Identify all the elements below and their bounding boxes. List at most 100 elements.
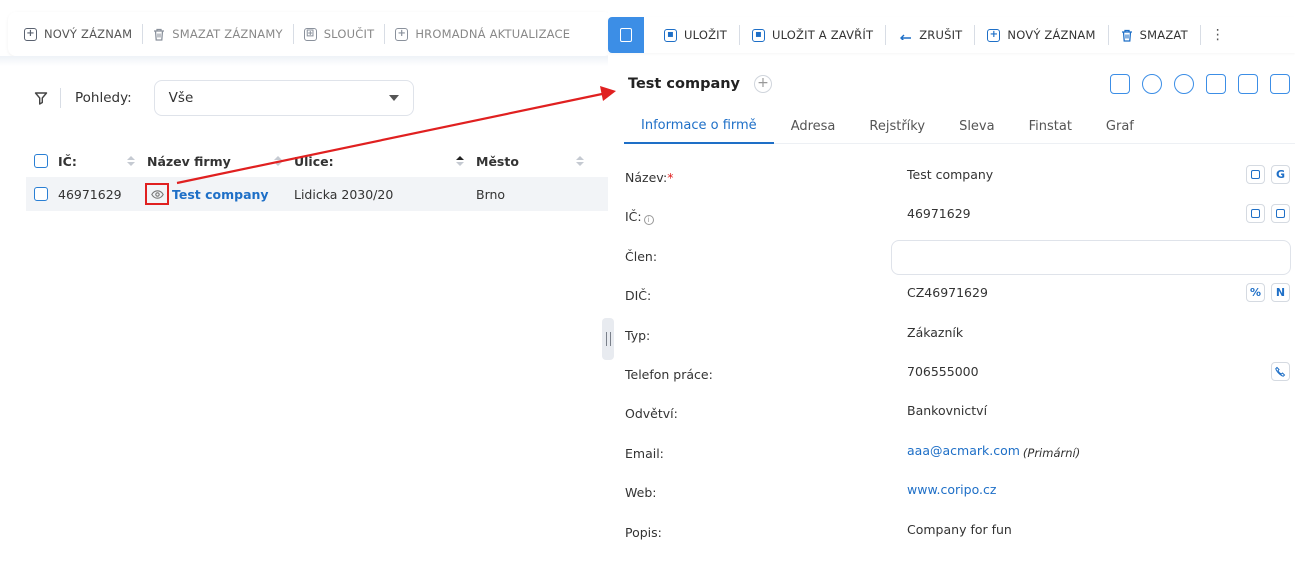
column-header-company-name[interactable]: Název firmy <box>147 154 294 169</box>
edit-icon[interactable] <box>1238 74 1258 94</box>
mail-icon[interactable] <box>1270 74 1290 94</box>
email-link[interactable]: aaa@acmark.com <box>907 443 1020 458</box>
merge-icon: ⊞ <box>303 27 317 41</box>
save-label: ULOŽIT <box>684 28 727 42</box>
tab-company-info[interactable]: Informace o firmě <box>624 108 774 144</box>
field-actions: % N <box>1246 283 1290 303</box>
field-label: IČ: i <box>625 209 654 226</box>
plus-icon: + <box>24 27 37 41</box>
email-primary-note: (Primární) <box>1022 445 1081 460</box>
pane-resize-handle[interactable] <box>602 318 614 360</box>
delete-records-label: SMAZAT ZÁZNAMY <box>172 27 283 41</box>
book-icon[interactable] <box>1246 165 1265 184</box>
field-type: Typ: Zákazník <box>608 310 1295 349</box>
users-icon[interactable] <box>1174 74 1194 94</box>
new-record-label: NOVÝ ZÁZNAM <box>44 27 133 41</box>
table-row[interactable]: 46971629 Test company Lidicka 2030/20 Br… <box>26 177 612 211</box>
justice-scale-icon[interactable] <box>1271 204 1290 224</box>
phone-icon[interactable] <box>1142 74 1162 94</box>
form-icon[interactable] <box>1206 74 1226 94</box>
type-value: Zákazník <box>907 324 964 340</box>
record-title: Test company <box>628 76 741 92</box>
field-member: Člen: <box>608 231 1295 275</box>
save-close-label: ULOŽIT A ZAVŘÍT <box>771 28 874 42</box>
merge-button[interactable]: ⊞ SLOUČIT <box>294 22 385 46</box>
tab-address[interactable]: Adresa <box>774 108 853 144</box>
save-close-button[interactable]: ▪ ULOŽIT A ZAVŘÍT <box>740 23 885 47</box>
delete-label: SMAZAT <box>1139 28 1188 42</box>
book-icon[interactable] <box>1246 204 1265 224</box>
list-toolbar: + NOVÝ ZÁZNAM SMAZAT ZÁZNAMY ⊞ SLOUČIT +… <box>8 12 612 56</box>
field-web: Web: www.coripo.cz <box>608 467 1295 506</box>
preview-eye-button[interactable] <box>145 183 169 205</box>
field-actions <box>1271 361 1290 381</box>
cell-city: Brno <box>476 187 596 202</box>
web-link[interactable]: www.coripo.cz <box>907 482 996 497</box>
google-icon[interactable]: G <box>1271 165 1290 184</box>
new-record-detail-button[interactable]: + NOVÝ ZÁZNAM <box>975 23 1107 47</box>
field-dic: DIČ: CZ46971629 % N <box>608 270 1295 309</box>
detail-toolbar: ▪ ULOŽIT ▪ ULOŽIT A ZAVŘÍT ZRUŠIT + NOVÝ… <box>608 17 1295 53</box>
company-name-link[interactable]: Test company <box>172 187 269 202</box>
save-icon: ▪ <box>664 28 677 42</box>
table-header: IČ: Název firmy Ulice: Město <box>26 145 612 177</box>
column-header-street[interactable]: Ulice: <box>294 154 476 169</box>
field-work-phone: Telefon práce: 706555000 <box>608 349 1295 388</box>
delete-records-button[interactable]: SMAZAT ZÁZNAMY <box>143 22 292 46</box>
tab-discount[interactable]: Sleva <box>942 108 1012 144</box>
column-header-city[interactable]: Město <box>476 154 596 169</box>
phone-label: Telefon práce: <box>625 366 713 382</box>
column-header-label: IČ: <box>58 153 77 169</box>
column-header-ic[interactable]: IČ: <box>26 154 147 169</box>
sort-ascending-icon[interactable] <box>456 156 464 166</box>
more-options-icon[interactable]: ⋮ <box>1201 27 1235 43</box>
add-icon[interactable]: + <box>754 75 773 93</box>
tab-registers[interactable]: Rejstříky <box>852 108 942 144</box>
cell-street: Lidicka 2030/20 <box>294 187 476 202</box>
grip-icon <box>605 332 611 346</box>
save-button[interactable]: ▪ ULOŽIT <box>652 23 739 47</box>
merge-label: SLOUČIT <box>323 27 375 41</box>
n-icon[interactable]: N <box>1271 283 1290 303</box>
street-value: Lidicka 2030/20 <box>294 186 394 202</box>
email-value-wrap: aaa@acmark.com (Primární) <box>907 443 1081 460</box>
phone-icon[interactable] <box>1271 361 1290 381</box>
sort-icon[interactable] <box>576 156 584 166</box>
field-actions: G <box>1246 165 1290 184</box>
info-icon[interactable]: i <box>643 215 654 226</box>
field-email: Email: aaa@acmark.com (Primární) <box>608 428 1295 467</box>
percent-icon[interactable]: % <box>1246 283 1265 303</box>
sort-icon[interactable] <box>127 156 135 166</box>
view-filter: Pohledy: Vše <box>34 80 414 116</box>
bulk-update-button[interactable]: + HROMADNÁ AKTUALIZACE <box>385 22 580 46</box>
select-all-checkbox[interactable] <box>34 154 48 168</box>
save-icon: ▪ <box>751 28 765 42</box>
column-header-label: Název firmy <box>147 153 231 169</box>
trash-icon <box>1121 29 1132 42</box>
tab-graph[interactable]: Graf <box>1089 108 1151 144</box>
member-label: Člen: <box>625 248 658 264</box>
industry-label: Odvětví: <box>625 406 678 422</box>
delete-button[interactable]: SMAZAT <box>1109 23 1200 47</box>
detail-panel-tab[interactable] <box>608 17 644 53</box>
cancel-button[interactable]: ZRUŠIT <box>886 23 974 47</box>
dic-label: DIČ: <box>625 288 652 304</box>
ic-label: IČ: <box>625 209 642 225</box>
filter-divider <box>60 88 61 108</box>
records-table: IČ: Název firmy Ulice: Město 46971629 Te… <box>26 145 612 211</box>
plus-icon: + <box>395 27 409 41</box>
name-value: Test company <box>907 167 994 182</box>
undo-arrow-icon <box>900 34 912 40</box>
registry-icon[interactable] <box>1110 74 1130 94</box>
toolbar-shadow <box>0 56 612 66</box>
filter-icon[interactable] <box>34 91 48 105</box>
phone-value: 706555000 <box>907 363 979 379</box>
new-record-button[interactable]: + NOVÝ ZÁZNAM <box>14 22 142 46</box>
tab-finstat[interactable]: Finstat <box>1012 108 1089 144</box>
detail-tabs: Informace o firmě Adresa Rejstříky Sleva… <box>624 108 1295 144</box>
sort-icon[interactable] <box>274 156 282 166</box>
views-select[interactable]: Vše <box>153 80 414 116</box>
field-name: Název:* Test company G <box>608 152 1295 191</box>
new-record-label: NOVÝ ZÁZNAM <box>1007 28 1096 42</box>
row-checkbox[interactable] <box>34 187 48 201</box>
